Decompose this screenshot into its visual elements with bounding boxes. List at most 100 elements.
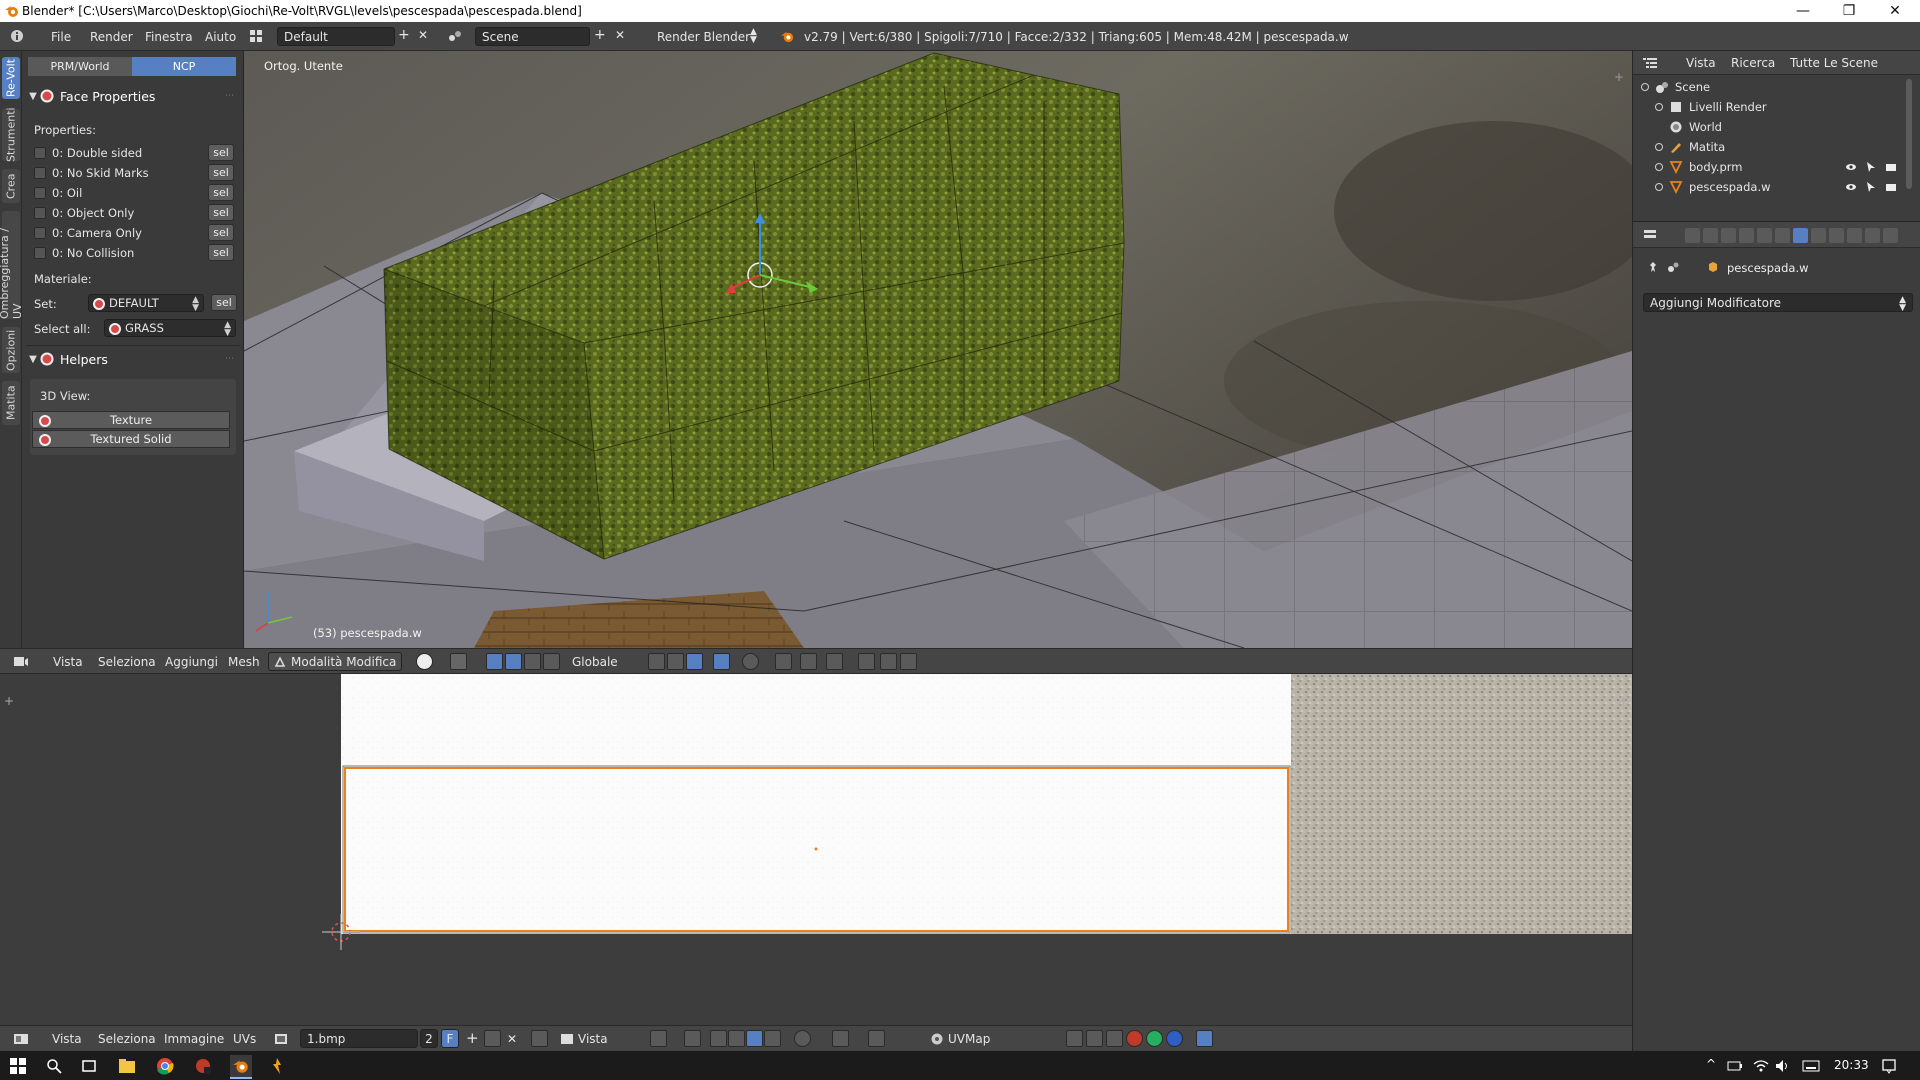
lock-icon[interactable] xyxy=(1196,1030,1213,1047)
snap-toggle-icon[interactable] xyxy=(775,653,792,670)
keyboard-icon[interactable] xyxy=(1800,1055,1822,1077)
red-channel-icon[interactable] xyxy=(1126,1030,1143,1047)
battery-icon[interactable] xyxy=(1724,1055,1746,1077)
vertex-select-icon[interactable] xyxy=(648,653,665,670)
render-tab-icon[interactable] xyxy=(1685,228,1700,243)
restore-icon[interactable]: ❐ xyxy=(1826,0,1872,22)
set-material-dropdown[interactable]: DEFAULT ▲ ▼ xyxy=(88,294,204,313)
render-layers-tab-icon[interactable] xyxy=(1703,228,1718,243)
remove-layout-icon[interactable]: ✕ xyxy=(418,28,428,42)
expand-icon[interactable] xyxy=(1655,103,1663,111)
runner-app-icon[interactable] xyxy=(266,1055,288,1077)
pivot-icon[interactable] xyxy=(450,653,467,670)
outliner-item-body-prm[interactable]: body.prm xyxy=(1633,157,1913,177)
collapse-triangle-icon[interactable]: ▼ xyxy=(26,354,40,365)
tab-options[interactable]: Opzioni xyxy=(2,327,20,373)
menu-render[interactable]: Render xyxy=(90,30,133,44)
orientation-dropdown[interactable]: Globale xyxy=(572,655,618,669)
uv-sync-icon[interactable] xyxy=(710,1030,727,1047)
editor-type-icon[interactable] xyxy=(1641,226,1659,244)
face-select-icon[interactable] xyxy=(686,653,703,670)
alpha-channel-icon[interactable] xyxy=(1086,1030,1103,1047)
sticky-select-icon[interactable] xyxy=(684,1030,701,1047)
set-material-sel-button[interactable]: sel xyxy=(211,294,237,311)
uv-vertex-select-icon[interactable] xyxy=(728,1030,745,1047)
add-modifier-dropdown[interactable]: Aggiungi Modificatore ▲ ▼ xyxy=(1643,293,1913,313)
select-all-dropdown[interactable]: GRASS ▲ ▼ xyxy=(104,319,236,338)
menu-window[interactable]: Finestra xyxy=(145,30,193,44)
image-browse-icon[interactable] xyxy=(272,1030,290,1048)
particles-tab-icon[interactable] xyxy=(1865,228,1880,243)
world-tab-icon[interactable] xyxy=(1739,228,1754,243)
file-explorer-icon[interactable] xyxy=(116,1055,138,1077)
pin-icon[interactable] xyxy=(1647,261,1659,273)
physics-tab-icon[interactable] xyxy=(1883,228,1898,243)
editor-type-icon[interactable] xyxy=(1641,54,1659,72)
viewport-shading-icon[interactable] xyxy=(416,653,433,670)
menu-select[interactable]: Seleziona xyxy=(98,1032,156,1046)
opengl-anim-icon[interactable] xyxy=(880,653,897,670)
textured-solid-button[interactable]: Textured Solid xyxy=(32,430,230,448)
blue-channel-icon[interactable] xyxy=(1166,1030,1183,1047)
translate-manipulator-icon[interactable] xyxy=(505,653,522,670)
chrome-icon[interactable] xyxy=(154,1055,176,1077)
cursor-select-icon[interactable] xyxy=(1865,161,1877,173)
add-scene-icon[interactable]: + xyxy=(594,27,606,43)
menu-select[interactable]: Seleziona xyxy=(98,655,156,669)
no-skid-checkbox[interactable] xyxy=(34,167,46,179)
uvmap-dropdown[interactable]: UVMap xyxy=(948,1032,990,1046)
oil-sel-button[interactable]: sel xyxy=(208,184,234,201)
object-tab-icon[interactable] xyxy=(1757,228,1772,243)
pin-image-icon[interactable] xyxy=(531,1030,548,1047)
green-channel-icon[interactable] xyxy=(1146,1030,1163,1047)
proportional-edit-icon[interactable] xyxy=(742,653,759,670)
app-icon[interactable] xyxy=(192,1055,214,1077)
object-only-checkbox[interactable] xyxy=(34,207,46,219)
manipulator-toggle-icon[interactable] xyxy=(486,653,503,670)
modifiers-tab-icon[interactable] xyxy=(1793,228,1808,243)
double-sided-sel-button[interactable]: sel xyxy=(208,144,234,161)
3d-viewport[interactable]: + + Ortog. Utente (53) pescespada.w + xyxy=(244,51,1632,648)
blender-taskbar-icon[interactable] xyxy=(230,1055,252,1077)
scene-icon[interactable] xyxy=(446,27,464,45)
minimize-icon[interactable]: — xyxy=(1780,0,1826,22)
pivot-icon[interactable] xyxy=(650,1030,667,1047)
menu-add[interactable]: Aggiungi xyxy=(165,655,218,669)
open-image-icon[interactable] xyxy=(484,1030,501,1047)
expand-icon[interactable] xyxy=(1641,83,1649,91)
drag-handle-icon[interactable]: ⋯ xyxy=(225,354,234,364)
collapse-triangle-icon[interactable]: ▼ xyxy=(26,91,40,102)
render-engine-dropdown[interactable]: Render Blender xyxy=(657,30,750,44)
display-channels-icon[interactable] xyxy=(1066,1030,1083,1047)
render-camera-icon[interactable] xyxy=(1885,181,1897,193)
menu-search[interactable]: Ricerca xyxy=(1731,56,1775,70)
menu-mesh[interactable]: Mesh xyxy=(228,655,260,669)
outliner-item-world[interactable]: World xyxy=(1633,117,1913,137)
outliner-item-render-layers[interactable]: Livelli Render xyxy=(1633,97,1913,117)
uv-island-select-icon[interactable] xyxy=(764,1030,781,1047)
unlink-image-icon[interactable]: ✕ xyxy=(507,1032,517,1046)
scale-manipulator-icon[interactable] xyxy=(543,653,560,670)
close-icon[interactable]: ✕ xyxy=(1872,0,1918,22)
image-name-field[interactable]: 1.bmp xyxy=(300,1029,418,1048)
render-camera-icon[interactable] xyxy=(1885,161,1897,173)
image-users-count[interactable]: 2 xyxy=(420,1029,438,1048)
data-tab-icon[interactable] xyxy=(1811,228,1826,243)
outliner-item-pescespada-w[interactable]: pescespada.w xyxy=(1633,177,1913,197)
double-sided-checkbox[interactable] xyxy=(34,147,46,159)
occlude-geometry-icon[interactable] xyxy=(713,653,730,670)
uv-face-select-icon[interactable] xyxy=(746,1030,763,1047)
mode-dropdown[interactable]: Modalità Modifica xyxy=(268,652,402,671)
no-skid-sel-button[interactable]: sel xyxy=(208,164,234,181)
menu-file[interactable]: File xyxy=(51,30,71,44)
tab-prm-world[interactable]: PRM/World xyxy=(28,57,132,76)
snap-toggle-icon[interactable] xyxy=(832,1030,849,1047)
view-mode-icon[interactable] xyxy=(558,1030,576,1048)
cursor-select-icon[interactable] xyxy=(1865,181,1877,193)
no-collision-sel-button[interactable]: sel xyxy=(208,244,234,261)
camera-only-sel-button[interactable]: sel xyxy=(208,224,234,241)
oil-checkbox[interactable] xyxy=(34,187,46,199)
snap-target-icon[interactable] xyxy=(826,653,843,670)
face-properties-header[interactable]: ▼ Face Properties ⋯ xyxy=(26,85,240,107)
add-layout-icon[interactable]: + xyxy=(398,27,410,43)
